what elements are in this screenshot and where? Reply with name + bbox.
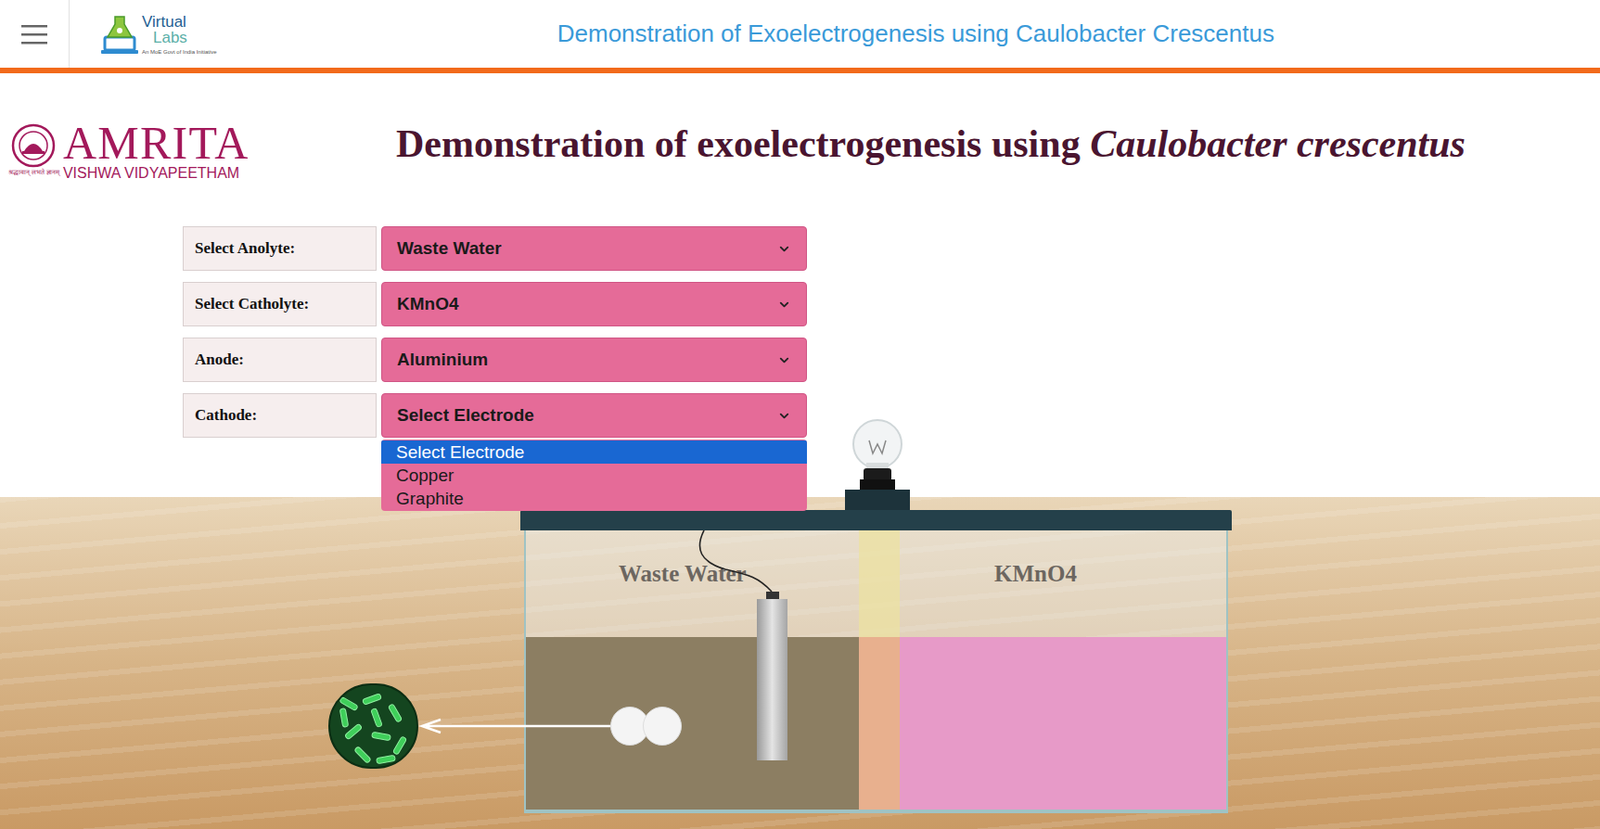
brand-motto: श्रद्धावान् लभते ज्ञानम् bbox=[8, 167, 60, 179]
main-heading: Demonstration of exoelectrogenesis using… bbox=[268, 119, 1600, 169]
dropdown-menu: Select ElectrodeCopperGraphite bbox=[381, 439, 807, 512]
dropdown-option[interactable]: Graphite bbox=[381, 486, 807, 511]
chevron-down-icon bbox=[777, 242, 792, 256]
field-label: Select Catholyte: bbox=[182, 281, 377, 327]
field-label: Cathode: bbox=[182, 393, 377, 438]
logo-line1: Virtual bbox=[141, 13, 218, 30]
app: VirtualLabs An MoE Govt of India Initiati… bbox=[0, 0, 1600, 829]
logo-tagline: An MoE Govt of India Initiative bbox=[141, 49, 218, 55]
bulb bbox=[841, 418, 914, 511]
select-field[interactable]: Waste Water bbox=[381, 226, 807, 271]
sample-particles bbox=[610, 706, 682, 746]
amrita-logo: श्रद्धावान् लभते ज्ञानम्AMRITAVISHWA VID… bbox=[0, 119, 269, 181]
brand-subtitle: VISHWA VIDYAPEETHAM bbox=[63, 166, 250, 181]
title-section: श्रद्धावान् लभते ज्ञानम्AMRITAVISHWA VID… bbox=[0, 73, 1600, 227]
top-bar: VirtualLabs An MoE Govt of India Initiati… bbox=[0, 0, 1600, 68]
anolyte-liquid bbox=[525, 637, 859, 810]
form-row: Select Catholyte:KMnO4 bbox=[182, 281, 1600, 327]
light-bulb-icon bbox=[841, 418, 914, 490]
select-field[interactable]: Aluminium bbox=[381, 337, 807, 383]
membrane-lower bbox=[858, 637, 900, 810]
form-row: Anode:Aluminium bbox=[182, 337, 1600, 383]
chevron-down-icon bbox=[777, 297, 792, 312]
form-row: Cathode:Select ElectrodeSelect Electrode… bbox=[182, 393, 1600, 438]
flask-laptop-icon bbox=[101, 12, 139, 56]
page-title: Demonstration of Exoelectrogenesis using… bbox=[231, 0, 1600, 68]
logo-line2: Labs bbox=[141, 29, 218, 46]
tank: Waste Water KMnO4 bbox=[520, 510, 1232, 814]
orange-bar bbox=[0, 67, 1600, 74]
dropdown-option[interactable]: Select Electrode bbox=[381, 440, 807, 464]
tank-lid bbox=[520, 510, 1232, 531]
hamburger-icon bbox=[21, 24, 48, 45]
arrow-icon bbox=[418, 717, 614, 735]
dropdown-option[interactable]: Copper bbox=[381, 463, 807, 487]
wire-icon bbox=[692, 530, 777, 596]
chevron-down-icon bbox=[777, 409, 792, 423]
amrita-emblem-icon bbox=[11, 123, 56, 168]
form-row: Select Anolyte:Waste Water bbox=[182, 226, 1600, 271]
lab-scene: Waste Water KMnO4 bbox=[0, 497, 1600, 829]
bacteria-icon bbox=[330, 685, 419, 769]
settings-form: Select Anolyte:Waste WaterSelect Catholy… bbox=[182, 226, 1600, 438]
brand-name: AMRITA bbox=[63, 119, 250, 167]
select-field[interactable]: Select Electrode bbox=[381, 393, 807, 438]
field-label: Anode: bbox=[182, 337, 377, 383]
menu-button[interactable] bbox=[0, 0, 70, 68]
catholyte-label: KMnO4 bbox=[994, 556, 1077, 592]
select-field[interactable]: KMnO4 bbox=[381, 281, 807, 327]
catholyte-liquid bbox=[898, 637, 1227, 810]
bacteria-view bbox=[328, 683, 419, 769]
field-label: Select Anolyte: bbox=[182, 226, 377, 271]
anode-electrode bbox=[756, 591, 788, 761]
anolyte-label: Waste Water bbox=[618, 556, 747, 592]
virtual-labs-logo[interactable]: VirtualLabs An MoE Govt of India Initiati… bbox=[69, 0, 232, 68]
chevron-down-icon bbox=[777, 353, 792, 368]
